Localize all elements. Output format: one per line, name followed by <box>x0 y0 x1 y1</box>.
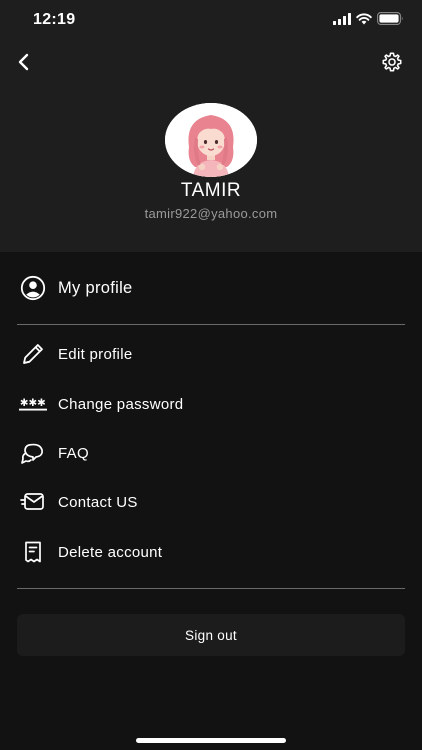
svg-text:✱✱✱: ✱✱✱ <box>20 397 46 409</box>
gear-icon <box>381 51 403 78</box>
profile-screen: 12:19 TAMIR tamir922@yahoo.com My profil… <box>0 0 422 750</box>
menu-item-label: Edit profile <box>58 345 133 363</box>
menu-item-my-profile[interactable]: My profile <box>0 268 422 308</box>
chevron-left-icon <box>16 52 32 77</box>
password-dots-icon: ✱✱✱ <box>19 390 47 418</box>
status-bar: 12:19 <box>0 0 422 40</box>
battery-icon <box>377 12 404 30</box>
settings-button[interactable] <box>378 50 406 78</box>
user-name: TAMIR <box>180 180 242 201</box>
menu-item-contact-us[interactable]: Contact US <box>0 482 422 522</box>
menu-item-label: My profile <box>58 278 133 297</box>
divider <box>17 324 405 325</box>
menu-item-delete-account[interactable]: Delete account <box>0 532 422 572</box>
avatar[interactable] <box>165 103 257 177</box>
home-indicator[interactable] <box>136 738 286 743</box>
menu-item-label: Change password <box>58 395 184 413</box>
cellular-signal-icon <box>333 12 351 30</box>
avatar-illustration <box>165 103 257 177</box>
wifi-icon <box>356 12 372 30</box>
back-button[interactable] <box>10 50 38 78</box>
pencil-icon <box>19 340 47 368</box>
menu-item-faq[interactable]: FAQ <box>0 433 422 473</box>
chat-bubbles-icon <box>19 439 47 467</box>
menu-item-edit-profile[interactable]: Edit profile <box>0 334 422 374</box>
profile-header: 12:19 TAMIR tamir922@yahoo.com <box>0 0 422 252</box>
user-circle-icon <box>19 274 47 302</box>
status-time: 12:19 <box>33 11 76 28</box>
menu-item-label: Contact US <box>58 493 138 511</box>
user-email: tamir922@yahoo.com <box>144 206 278 221</box>
menu-item-label: FAQ <box>58 444 89 462</box>
document-delete-icon <box>19 538 47 566</box>
sign-out-button[interactable]: Sign out <box>17 614 405 656</box>
divider <box>17 588 405 589</box>
menu-item-change-password[interactable]: ✱✱✱ Change password <box>0 384 422 424</box>
status-icons <box>333 12 404 30</box>
envelope-icon <box>19 488 47 516</box>
menu-item-label: Delete account <box>58 543 163 561</box>
